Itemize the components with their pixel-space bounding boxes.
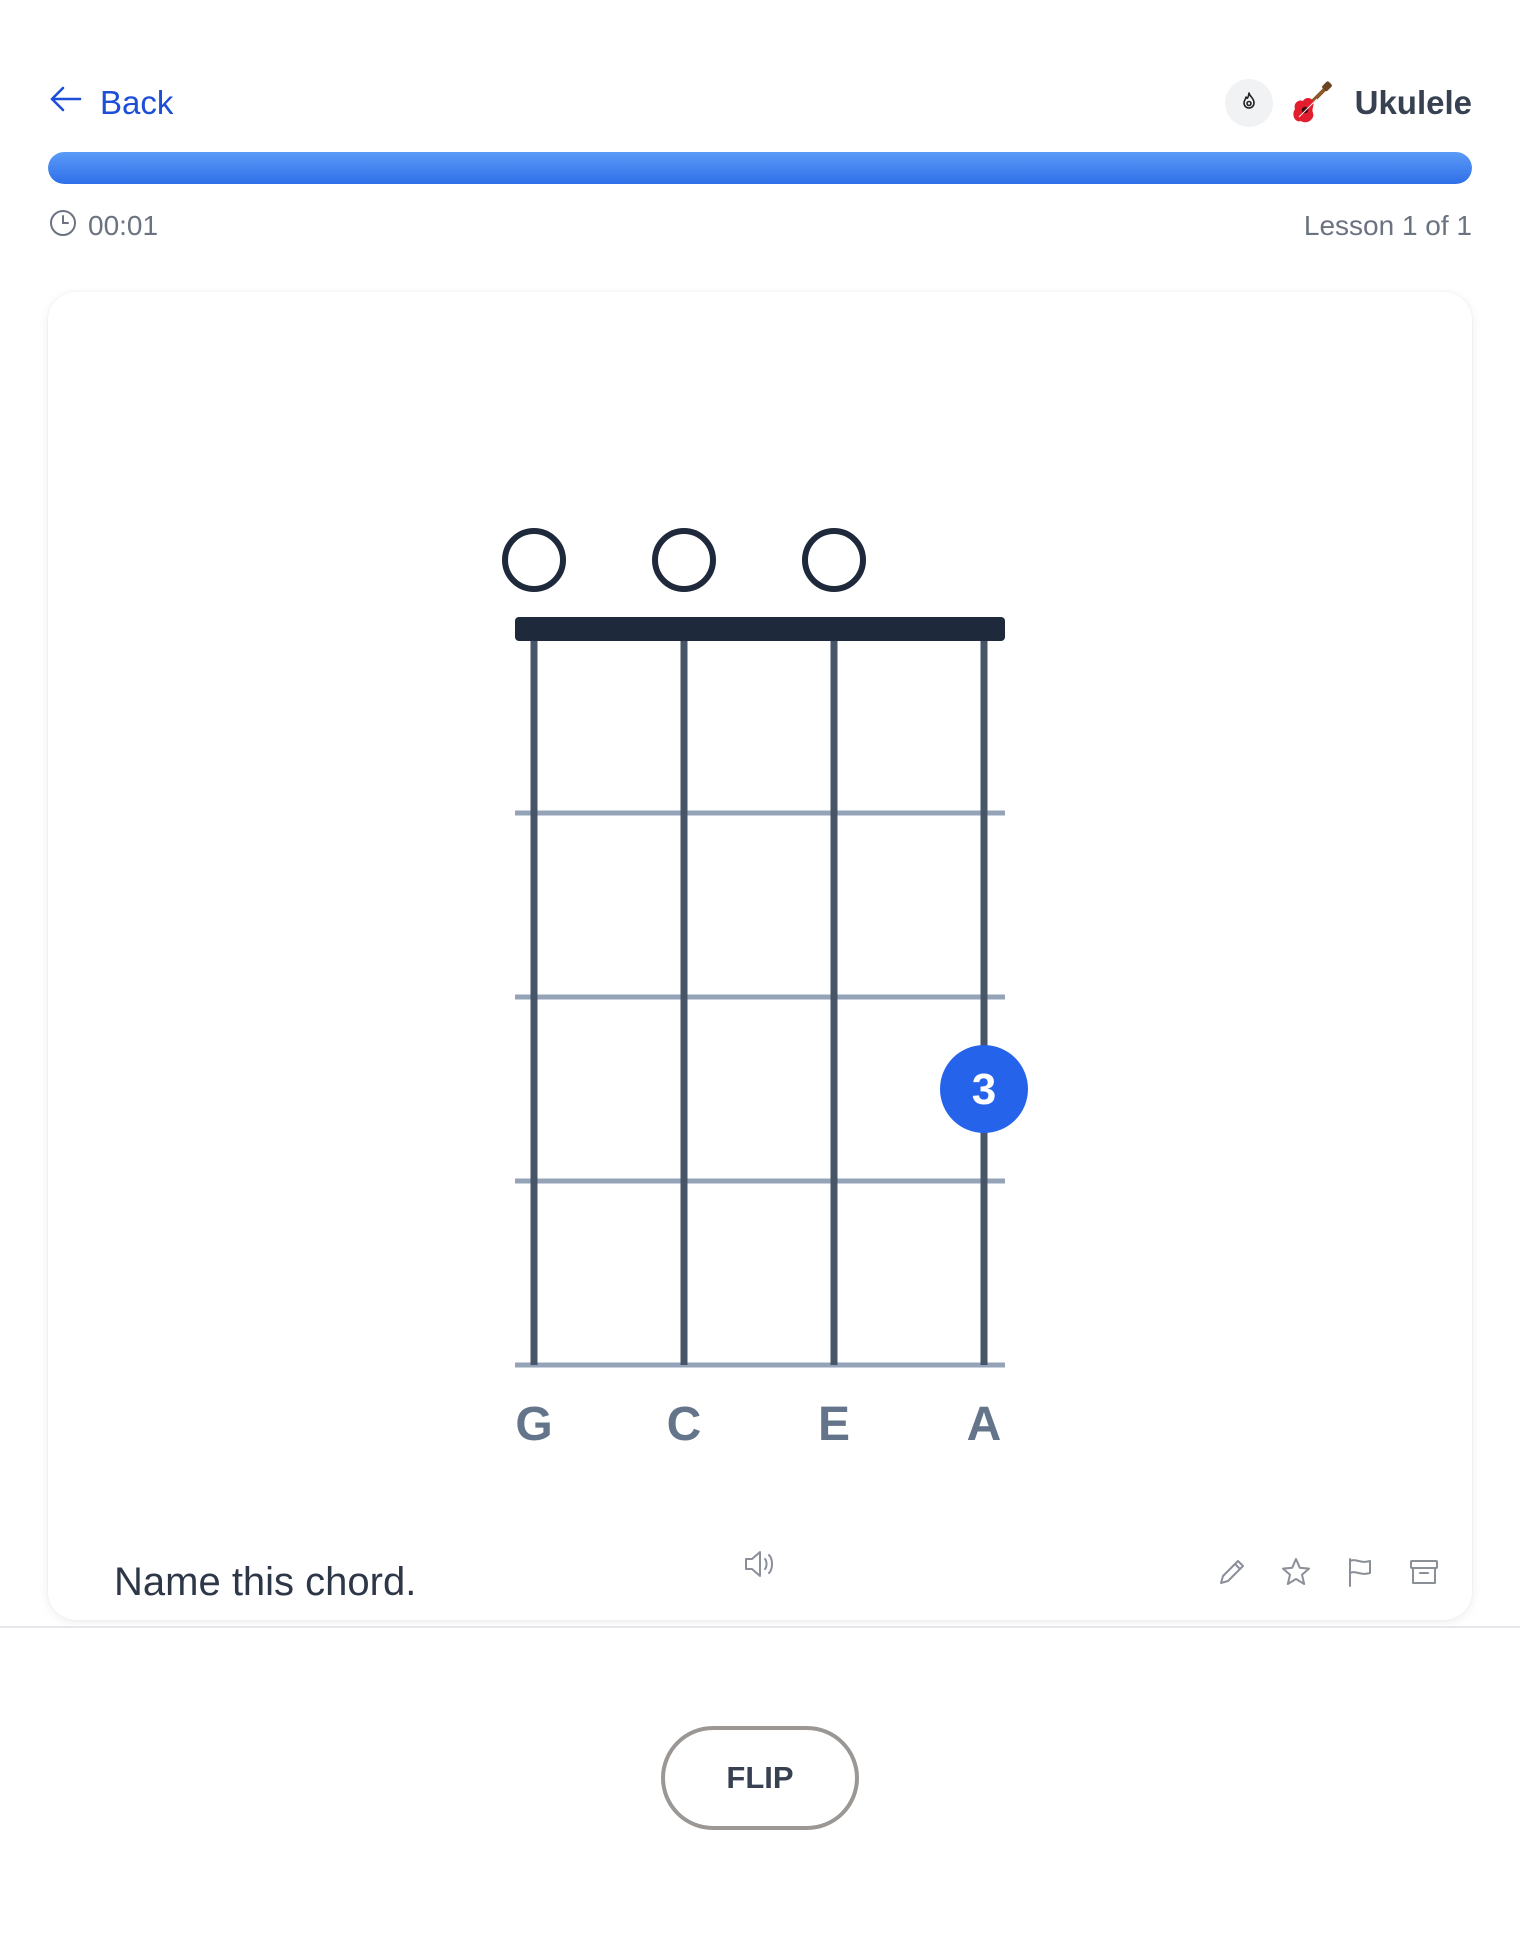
pencil-icon[interactable] xyxy=(1214,1554,1250,1590)
status-row: 00:01 Lesson 1 of 1 xyxy=(48,206,1472,246)
fire-icon xyxy=(1238,90,1260,117)
lesson-counter: Lesson 1 of 1 xyxy=(1303,210,1472,241)
speaker-icon[interactable] xyxy=(738,1542,782,1586)
star-icon[interactable] xyxy=(1278,1554,1314,1590)
open-string-marker-E xyxy=(802,528,866,592)
archive-icon[interactable] xyxy=(1406,1554,1442,1590)
back-button[interactable]: Back xyxy=(48,72,173,134)
hint-button[interactable] xyxy=(1224,79,1273,127)
guitar-icon xyxy=(1287,79,1335,127)
flip-button[interactable]: FLIP xyxy=(661,1726,859,1830)
flashcard: 3 G C E A Name this chord. xyxy=(48,292,1472,1620)
open-string-marker-G xyxy=(502,528,566,592)
string-label-G: G xyxy=(515,1398,552,1451)
timer-value: 00:01 xyxy=(88,210,159,241)
flag-icon[interactable] xyxy=(1342,1554,1378,1590)
deck-header: Ukulele xyxy=(1224,72,1472,134)
top-bar: Back Ukulele xyxy=(48,72,1472,134)
card-prompt: Name this chord. xyxy=(114,1560,417,1604)
card-toolbar xyxy=(1214,1554,1442,1590)
string-label-E: E xyxy=(818,1398,850,1451)
divider xyxy=(0,1626,1520,1628)
string-label-A: A xyxy=(967,1398,1002,1451)
progress-fill xyxy=(48,152,1472,184)
arrow-left-icon xyxy=(48,81,84,125)
finger-label: 3 xyxy=(972,1065,996,1114)
clock-icon xyxy=(48,208,78,245)
timer: 00:01 xyxy=(48,206,158,246)
chord-diagram: 3 G C E A xyxy=(502,528,1028,1451)
back-label: Back xyxy=(100,84,174,121)
deck-name: Ukulele xyxy=(1354,84,1472,121)
nut xyxy=(515,617,1005,641)
lesson-progress-bar xyxy=(48,152,1472,184)
open-string-marker-C xyxy=(652,528,716,592)
string-label-C: C xyxy=(667,1398,702,1451)
